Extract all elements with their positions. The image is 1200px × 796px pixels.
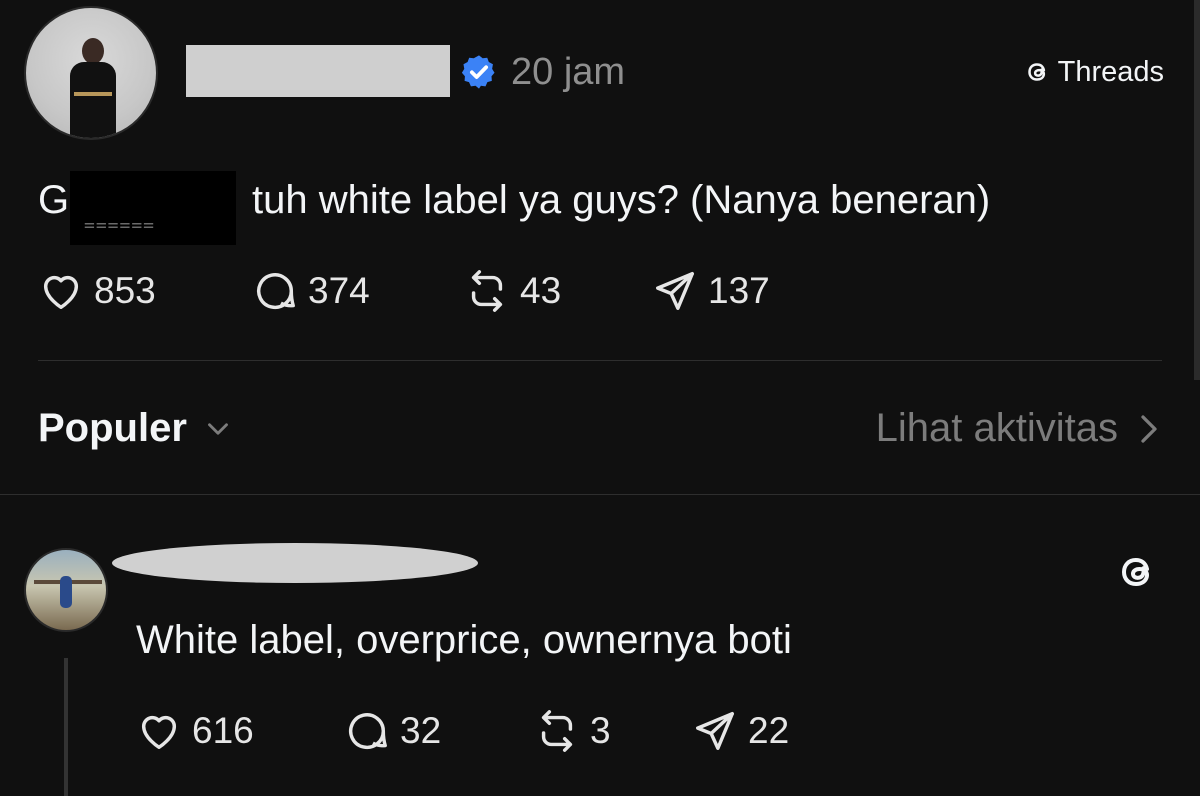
post-timestamp: 20 jam — [511, 51, 626, 93]
divider — [0, 494, 1200, 495]
reply-author-name-redacted[interactable] — [112, 543, 478, 583]
threads-logo-icon[interactable] — [1112, 548, 1160, 596]
heart-icon — [141, 715, 177, 750]
share-button[interactable]: 137 — [652, 268, 770, 314]
share-count: 137 — [708, 270, 770, 311]
author-name-redacted[interactable] — [186, 45, 450, 97]
threads-logo-icon — [1027, 63, 1045, 81]
post-text-prefix: G — [38, 178, 70, 222]
comment-icon — [349, 713, 387, 750]
repost-button[interactable]: 43 — [464, 268, 561, 314]
chevron-down-icon — [207, 422, 228, 435]
like-button[interactable]: 853 — [38, 268, 156, 314]
comment-icon — [257, 273, 295, 310]
heart-icon — [43, 275, 79, 310]
redacted-mask: ====== — [84, 215, 156, 236]
reply-like-count: 616 — [192, 710, 254, 751]
avatar-figure — [70, 38, 116, 138]
reply-share-count: 22 — [748, 710, 790, 751]
threads-brand-label: Threads — [1057, 55, 1164, 88]
view-activity-link[interactable]: Lihat aktivitas — [876, 406, 1164, 451]
reply-comment-count: 32 — [400, 710, 442, 751]
sort-dropdown[interactable]: Populer — [38, 406, 235, 451]
post-text-body: tuh white label ya guys? (Nanya beneran) — [252, 178, 991, 222]
reply-author-avatar[interactable] — [24, 548, 108, 632]
author-avatar[interactable] — [24, 6, 158, 140]
chevron-right-icon — [1141, 414, 1157, 443]
repost-count: 43 — [520, 270, 562, 311]
divider — [38, 360, 1162, 361]
like-count: 853 — [94, 270, 156, 311]
post-word-redacted: ====== — [70, 171, 236, 245]
reply-text: White label, overprice, ownernya boti — [136, 618, 792, 662]
reply-like-button[interactable]: 616 — [136, 708, 254, 754]
send-icon — [696, 712, 734, 750]
threads-brand-link[interactable]: Threads — [1022, 54, 1164, 90]
activity-label: Lihat aktivitas — [875, 406, 1118, 450]
threads-post-view: 20 jam Threads G tuh white label ya guys… — [0, 0, 1200, 796]
sort-label: Populer — [38, 406, 187, 450]
repost-icon — [541, 710, 573, 752]
scrollbar[interactable] — [1194, 0, 1200, 380]
repost-icon — [471, 270, 503, 312]
reply-share-button[interactable]: 22 — [692, 708, 789, 754]
comment-button[interactable]: 374 — [252, 268, 370, 314]
comment-count: 374 — [308, 270, 370, 311]
reply-comment-button[interactable]: 32 — [344, 708, 441, 754]
verified-badge-icon — [461, 55, 495, 89]
send-icon — [656, 272, 694, 310]
reply-repost-button[interactable]: 3 — [534, 708, 611, 754]
reply-repost-count: 3 — [590, 710, 611, 751]
reply-thread-line — [64, 658, 68, 796]
